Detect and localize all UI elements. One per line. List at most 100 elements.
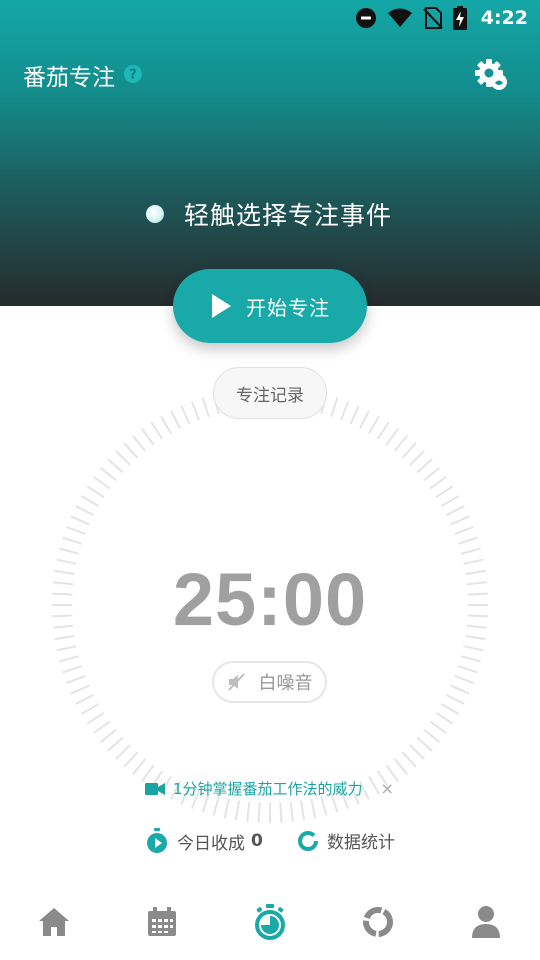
dial-tick (190, 401, 200, 421)
white-noise-button[interactable]: 白噪音 (212, 661, 327, 703)
home-icon (39, 908, 69, 936)
stopwatch-icon (255, 904, 285, 940)
dial-tick (66, 525, 86, 535)
dial-tick (385, 428, 399, 446)
dial-tick (75, 693, 95, 705)
help-icon[interactable]: ? (124, 65, 142, 83)
dial-tick (70, 515, 90, 526)
nav-focus-timer[interactable] (250, 902, 290, 942)
dial-tick (170, 410, 182, 430)
start-focus-button[interactable]: 开始专注 (173, 269, 367, 343)
nav-profile[interactable] (466, 902, 506, 942)
nav-statistics[interactable] (358, 902, 398, 942)
dial-tick (62, 665, 82, 674)
dial-tick (320, 795, 328, 816)
dial-tick (463, 645, 484, 652)
focus-event-label: 轻触选择专注事件 (184, 201, 393, 230)
dial-tick (279, 802, 283, 823)
dial-tick (99, 467, 117, 482)
muted-speaker-icon (227, 673, 245, 691)
focus-event-selector[interactable]: 轻触选择专注事件 (146, 196, 392, 232)
dial-tick (429, 720, 447, 734)
dial-tick (80, 495, 100, 507)
dial-tick (132, 758, 147, 776)
dial-tick (299, 800, 306, 821)
calendar-icon (148, 907, 176, 936)
header-background (0, 0, 540, 306)
dial-tick (450, 515, 470, 526)
dial-tick (393, 758, 408, 776)
dial-tick (115, 450, 131, 466)
dial-tick (458, 536, 478, 545)
dial-tick (150, 421, 163, 440)
dial-tick (93, 476, 111, 490)
dial-tick (460, 655, 481, 663)
bottom-navigation (0, 896, 540, 960)
dial-tick (56, 645, 77, 652)
dial-tick (440, 495, 460, 507)
dial-tick (257, 802, 261, 823)
dial-tick (401, 751, 417, 768)
focus-records-button[interactable]: 专注记录 (213, 367, 327, 419)
event-color-dot (146, 205, 164, 223)
dial-tick (435, 712, 454, 725)
tutorial-link[interactable]: 1分钟掌握番茄工作法的威力 (173, 778, 363, 799)
dial-tick (435, 485, 454, 498)
status-bar: 4:22 (0, 0, 540, 36)
app-title: 番茄专注 (23, 65, 115, 91)
dial-tick (212, 795, 220, 816)
nav-home[interactable] (34, 902, 74, 942)
dial-tick (401, 442, 417, 459)
dial-tick (141, 428, 155, 446)
tutorial-tip: 1分钟掌握番茄工作法的威力 × (145, 778, 394, 799)
dial-tick (423, 728, 441, 743)
today-harvest-label: 今日收成 (177, 833, 245, 854)
wifi-icon (387, 8, 412, 27)
dial-tick (423, 467, 441, 482)
dial-tick (160, 415, 172, 435)
white-noise-label: 白噪音 (258, 673, 313, 694)
dial-tick (86, 712, 105, 725)
dial-tick (59, 547, 80, 555)
dial-tick (349, 405, 360, 425)
dial-tick (416, 736, 433, 752)
settings-gear-icon[interactable] (474, 58, 508, 92)
ring-chart-icon (298, 830, 318, 851)
dial-tick (289, 801, 294, 822)
dial-tick (246, 801, 251, 822)
dial-tick (460, 547, 481, 555)
dial-tick (330, 397, 339, 417)
data-statistics-link[interactable]: 数据统计 (297, 828, 395, 853)
dial-tick (445, 505, 465, 517)
dial-tick (107, 736, 124, 752)
dial-tick (358, 410, 370, 430)
nav-calendar[interactable] (142, 902, 182, 942)
stats-row: 今日收成 0 数据统计 (0, 828, 540, 860)
dial-tick (62, 536, 82, 545)
today-harvest-count: 0 (251, 831, 263, 851)
dial-tick (75, 505, 95, 517)
status-time: 4:22 (480, 7, 528, 29)
no-sim-icon (423, 7, 443, 29)
dial-tick (234, 800, 241, 821)
battery-charging-icon (452, 6, 467, 30)
start-focus-label: 开始专注 (246, 295, 330, 320)
dial-tick (393, 434, 408, 452)
user-icon (472, 906, 500, 938)
do-not-disturb-icon (355, 8, 376, 28)
dial-tick (368, 415, 380, 435)
dial-tick (70, 684, 90, 695)
dial-tick (99, 728, 117, 743)
dial-tick (201, 397, 210, 417)
today-harvest: 今日收成 0 (145, 828, 263, 854)
tomato-timer-icon (147, 828, 167, 853)
dial-tick (80, 703, 100, 715)
dial-tick (59, 655, 80, 663)
dial-tick (458, 665, 478, 674)
dial-tick (310, 798, 317, 819)
close-tip-button[interactable]: × (381, 779, 394, 798)
dial-tick (123, 442, 139, 459)
svg-text:?: ? (129, 68, 137, 83)
dial-tick (409, 450, 425, 466)
dial-tick (66, 675, 86, 685)
